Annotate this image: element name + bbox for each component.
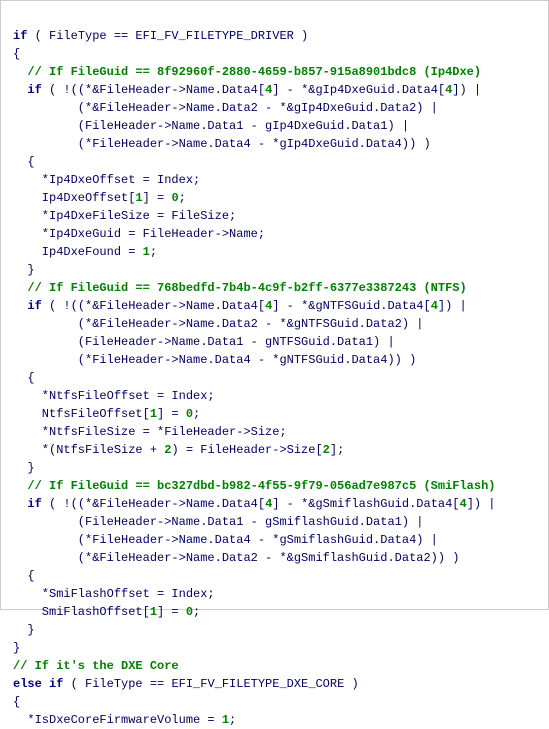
line-36-comment: // If it's the DXE Core — [13, 659, 179, 673]
line-07: (*FileHeader->Name.Data4 - *gIp4DxeGuid.… — [13, 137, 431, 151]
line-14: } — [13, 263, 35, 277]
line-18: (FileHeader->Name.Data1 - gNTFSGuid.Data… — [13, 335, 395, 349]
line-10: Ip4DxeOffset[1] = 0; — [13, 191, 186, 205]
code-snippet: if ( FileType == EFI_FV_FILETYPE_DRIVER … — [13, 9, 536, 729]
line-01: if ( FileType == EFI_FV_FILETYPE_DRIVER … — [13, 29, 308, 43]
line-28: (FileHeader->Name.Data1 - gSmiflashGuid.… — [13, 515, 423, 529]
line-05: (*&FileHeader->Name.Data2 - *&gIp4DxeGui… — [13, 101, 438, 115]
line-19: (*FileHeader->Name.Data4 - *gNTFSGuid.Da… — [13, 353, 416, 367]
line-03-comment: // If FileGuid == 8f92960f-2880-4659-b85… — [13, 65, 481, 79]
line-22: NtfsFileOffset[1] = 0; — [13, 407, 200, 421]
line-20: { — [13, 371, 35, 385]
line-39: *IsDxeCoreFirmwareVolume = 1; — [13, 713, 236, 727]
line-24: *(NtfsFileSize + 2) = FileHeader->Size[2… — [13, 443, 344, 457]
line-12: *Ip4DxeGuid = FileHeader->Name; — [13, 227, 265, 241]
line-13: Ip4DxeFound = 1; — [13, 245, 157, 259]
line-08: { — [13, 155, 35, 169]
line-37: else if ( FileType == EFI_FV_FILETYPE_DX… — [13, 677, 359, 691]
line-23: *NtfsFileSize = *FileHeader->Size; — [13, 425, 287, 439]
line-31: { — [13, 569, 35, 583]
line-04: if ( !((*&FileHeader->Name.Data4[4] - *&… — [13, 83, 481, 97]
line-30: (*&FileHeader->Name.Data2 - *&gSmiflashG… — [13, 551, 459, 565]
line-27: if ( !((*&FileHeader->Name.Data4[4] - *&… — [13, 497, 496, 511]
line-38: { — [13, 695, 20, 709]
line-17: (*&FileHeader->Name.Data2 - *&gNTFSGuid.… — [13, 317, 423, 331]
line-15-comment: // If FileGuid == 768bedfd-7b4b-4c9f-b2f… — [13, 281, 467, 295]
line-11: *Ip4DxeFileSize = FileSize; — [13, 209, 236, 223]
line-21: *NtfsFileOffset = Index; — [13, 389, 215, 403]
line-34: } — [13, 623, 35, 637]
line-25: } — [13, 461, 35, 475]
line-33: SmiFlashOffset[1] = 0; — [13, 605, 200, 619]
line-02: { — [13, 47, 20, 61]
line-32: *SmiFlashOffset = Index; — [13, 587, 215, 601]
line-09: *Ip4DxeOffset = Index; — [13, 173, 200, 187]
line-29: (*FileHeader->Name.Data4 - *gSmiflashGui… — [13, 533, 438, 547]
line-06: (FileHeader->Name.Data1 - gIp4DxeGuid.Da… — [13, 119, 409, 133]
line-26-comment: // If FileGuid == bc327dbd-b982-4f55-9f7… — [13, 479, 495, 493]
line-35: } — [13, 641, 20, 655]
line-16: if ( !((*&FileHeader->Name.Data4[4] - *&… — [13, 299, 467, 313]
